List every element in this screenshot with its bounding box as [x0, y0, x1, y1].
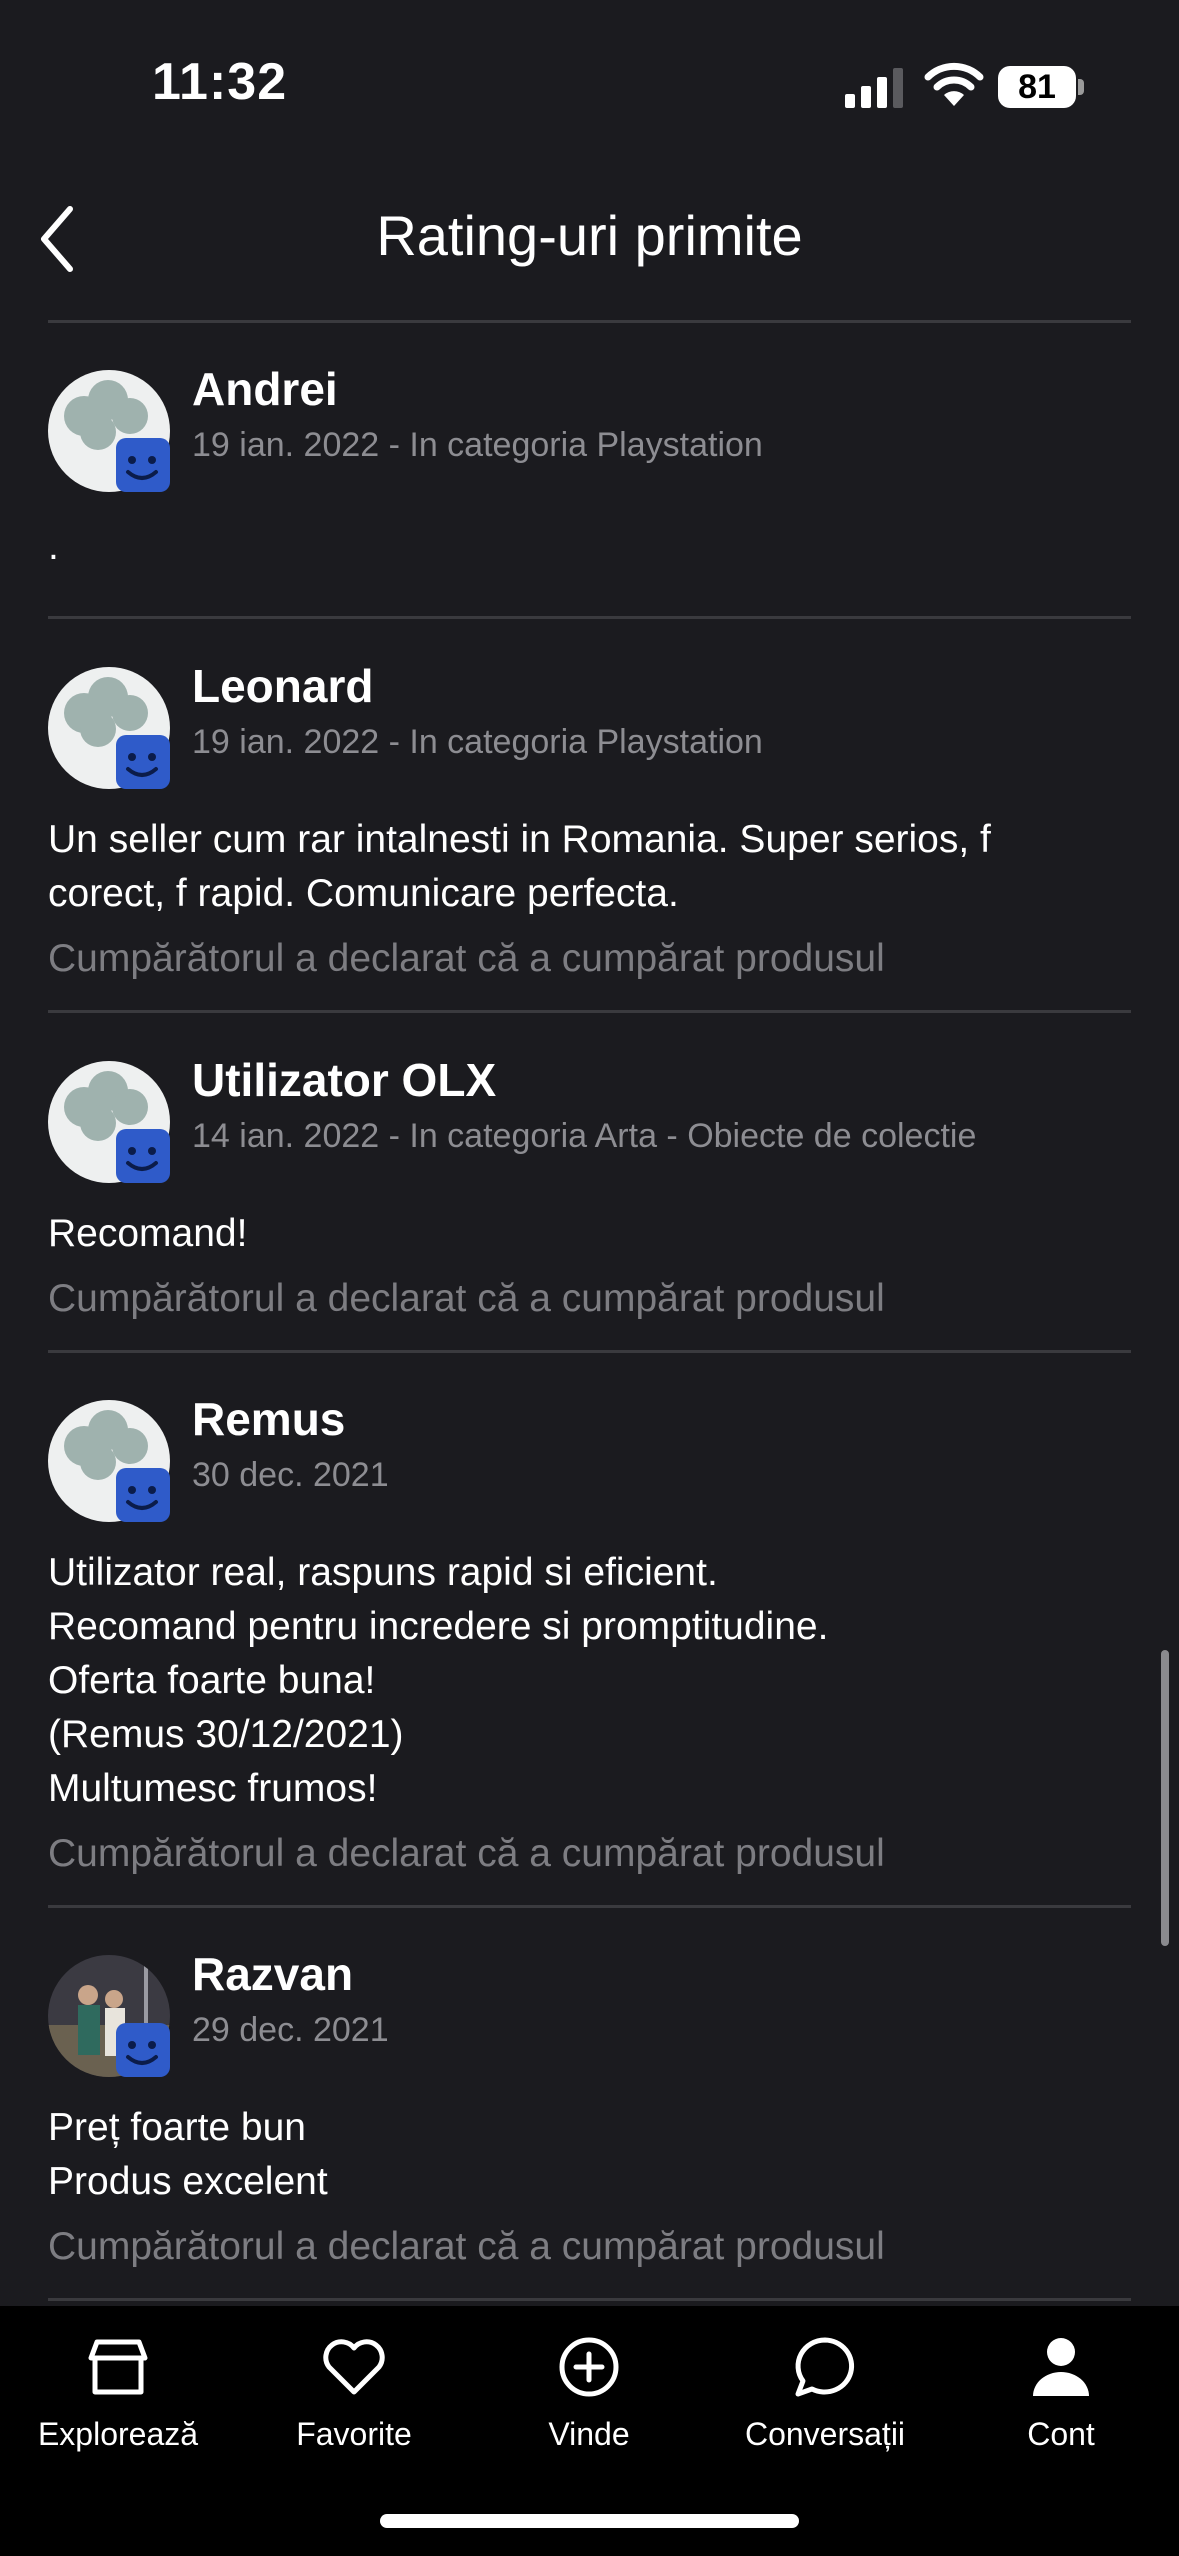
- reviewer-name[interactable]: Remus: [192, 1392, 345, 1446]
- review-meta: 19 ian. 2022 - In categoria Playstation: [192, 426, 763, 464]
- header: Rating-uri primite: [0, 175, 1179, 320]
- review-divider: [48, 1905, 1131, 1908]
- avatar[interactable]: [48, 667, 170, 789]
- home-indicator: [380, 2514, 799, 2528]
- avatar[interactable]: [48, 370, 170, 492]
- review-divider: [48, 2298, 1131, 2301]
- review-divider: [48, 1010, 1131, 1013]
- review-meta: 14 ian. 2022 - In categoria Arta - Obiec…: [192, 1117, 977, 1155]
- page-title: Rating-uri primite: [376, 204, 803, 267]
- purchase-declared-note: Cumpărătorul a declarat că a cumpărat pr…: [48, 937, 885, 980]
- avatar[interactable]: [48, 1061, 170, 1183]
- battery-cap: [1078, 79, 1084, 95]
- purchase-declared-note: Cumpărătorul a declarat că a cumpărat pr…: [48, 1277, 885, 1320]
- reviewer-name[interactable]: Leonard: [192, 659, 373, 713]
- reviewer-name[interactable]: Andrei: [192, 362, 338, 416]
- nav-label-conversations: Conversații: [744, 2416, 906, 2452]
- nav-item-explore[interactable]: Explorează: [0, 2332, 236, 2482]
- review-text: Un seller cum rar intalnesti in Romania.…: [48, 818, 991, 915]
- nav-label-sell: Vinde: [548, 2416, 630, 2452]
- review-meta: 29 dec. 2021: [192, 2011, 389, 2049]
- plus-circle-icon: [559, 2337, 619, 2397]
- cellular-signal-icon: [845, 68, 903, 108]
- chat-icon: [795, 2337, 855, 2397]
- status-time: 11:32: [152, 53, 288, 111]
- review-meta: 19 ian. 2022 - In categoria Playstation: [192, 723, 763, 761]
- review-text: Utilizator real, raspuns rapid si eficie…: [48, 1551, 829, 1810]
- store-icon: [88, 2339, 148, 2395]
- review-text: .: [48, 525, 59, 568]
- nav-label-explore: Explorează: [37, 2416, 199, 2452]
- wifi-icon: [924, 62, 984, 106]
- review-text: Recomand!: [48, 1212, 248, 1255]
- purchase-declared-note: Cumpărătorul a declarat că a cumpărat pr…: [48, 1832, 885, 1875]
- reviewer-name[interactable]: Razvan: [192, 1947, 353, 2001]
- header-divider: [48, 320, 1131, 323]
- nav-item-favorites[interactable]: Favorite: [236, 2332, 472, 2482]
- avatar[interactable]: [48, 1955, 170, 2077]
- nav-label-favorites: Favorite: [296, 2416, 412, 2452]
- status-bar: 11:32 81: [0, 0, 1179, 175]
- reviewer-name[interactable]: Utilizator OLX: [192, 1053, 496, 1107]
- scrollbar[interactable]: [1161, 1650, 1169, 1946]
- battery-indicator: 81: [998, 66, 1076, 108]
- heart-icon: [323, 2339, 385, 2395]
- review-meta: 30 dec. 2021: [192, 1456, 389, 1494]
- avatar[interactable]: [48, 1400, 170, 1522]
- nav-item-sell[interactable]: Vinde: [471, 2332, 707, 2482]
- nav-label-account: Cont: [1027, 2416, 1095, 2452]
- purchase-declared-note: Cumpărătorul a declarat că a cumpărat pr…: [48, 2225, 885, 2268]
- review-text: Preț foarte bun Produs excelent: [48, 2106, 328, 2203]
- review-divider: [48, 1350, 1131, 1353]
- review-divider: [48, 616, 1131, 619]
- nav-item-conversations[interactable]: Conversații: [707, 2332, 943, 2482]
- user-icon: [1033, 2338, 1089, 2396]
- nav-item-account[interactable]: Cont: [943, 2332, 1179, 2482]
